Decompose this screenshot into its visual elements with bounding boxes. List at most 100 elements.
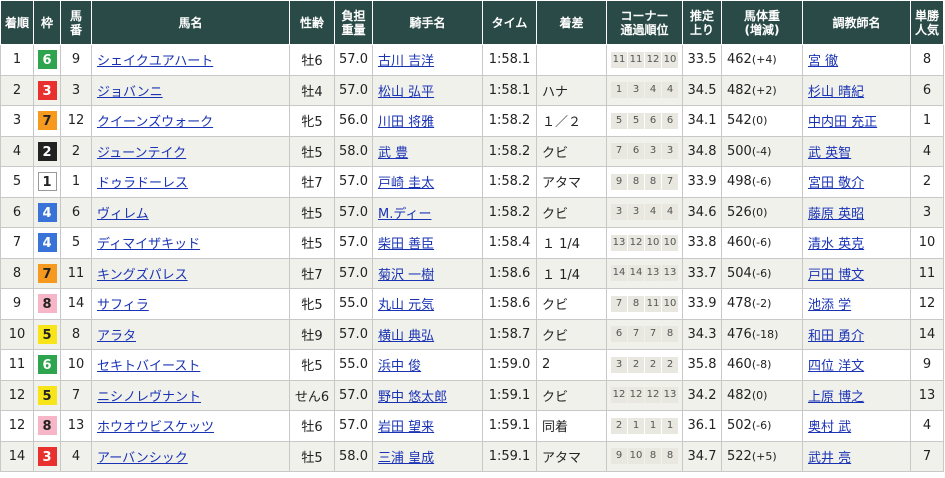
- trainer-name-link[interactable]: 武井 亮: [808, 451, 851, 466]
- bodyweight-cell: 498(-6): [721, 166, 803, 198]
- horse-name-link[interactable]: キングズパレス: [97, 268, 188, 283]
- horse-cell: ジューンテイク: [91, 135, 290, 167]
- trainer-name-link[interactable]: 池添 学: [808, 298, 851, 313]
- rank-cell: 2: [0, 74, 34, 106]
- corner-position: 7: [611, 143, 627, 160]
- last3f-cell: 33.7: [682, 257, 722, 289]
- time-cell: 1:58.7: [482, 318, 537, 350]
- corner-cell: 3222: [606, 349, 683, 381]
- jockey-name-link[interactable]: 岩田 望来: [378, 420, 434, 435]
- horse-cell: アーバンシック: [91, 440, 290, 472]
- trainer-name-link[interactable]: 清水 英克: [808, 237, 864, 252]
- bodyweight-cell: 460(-8): [721, 349, 803, 381]
- popularity-cell: 3: [910, 196, 944, 228]
- corner-positions: 12 12 12 13: [611, 387, 678, 404]
- corner-position: 12: [628, 234, 644, 251]
- waku-badge: 3: [37, 446, 57, 466]
- horse-name-link[interactable]: ジョバンニ: [97, 85, 163, 100]
- header-waku: 枠: [33, 0, 61, 45]
- jockey-name-link[interactable]: M.ディー: [378, 207, 431, 222]
- jockey-name-link[interactable]: 横山 典弘: [378, 329, 434, 344]
- trainer-name-link[interactable]: 宮田 敬介: [808, 176, 864, 191]
- horse-name-link[interactable]: ホウオウビスケッツ: [97, 420, 214, 435]
- horse-name-link[interactable]: ニシノレヴナント: [97, 390, 201, 405]
- horse-name-link[interactable]: ヴィレム: [97, 207, 149, 222]
- last3f-cell: 35.8: [682, 349, 722, 381]
- trainer-name-link[interactable]: 武 英智: [808, 146, 851, 161]
- rank-cell: 6: [0, 196, 34, 228]
- time-cell: 1:59.1: [482, 379, 537, 411]
- corner-positions: 5566: [611, 112, 678, 129]
- trainer-name-link[interactable]: 中内田 充正: [808, 115, 877, 130]
- waku-badge: 2: [37, 141, 57, 161]
- horse-name-link[interactable]: サフィラ: [97, 298, 149, 313]
- waku-badge: 8: [37, 294, 57, 314]
- horse-name-link[interactable]: セキトバイースト: [97, 359, 200, 374]
- trainer-name-link[interactable]: 上原 博之: [808, 390, 864, 405]
- bodyweight-cell: 482(0): [721, 379, 803, 411]
- trainer-name-link[interactable]: 奥村 武: [808, 420, 851, 435]
- margin-cell: アタマ: [536, 166, 607, 198]
- rank-cell: 1: [0, 44, 34, 76]
- last3f-cell: 33.8: [682, 227, 722, 259]
- horse-name-link[interactable]: クイーンズウォーク: [97, 115, 213, 130]
- bodyweight-value: 478: [727, 296, 752, 312]
- jockey-name-link[interactable]: 菊沢 一樹: [378, 268, 434, 283]
- trainer-name-link[interactable]: 四位 洋文: [808, 359, 864, 374]
- corner-cell: 12 12 12 13: [606, 379, 683, 411]
- bodyweight-value: 462: [727, 52, 752, 68]
- horse-name-link[interactable]: ディマイザキッド: [97, 237, 200, 252]
- corner-cell: 7633: [606, 135, 683, 167]
- trainer-name-link[interactable]: 和田 勇介: [808, 329, 864, 344]
- corner-positions: 7 8 11 10: [611, 295, 678, 312]
- horse-name-link[interactable]: アラタ: [97, 329, 136, 344]
- bodyweight-value: 498: [727, 174, 752, 190]
- jockey-name-link[interactable]: 浜中 俊: [378, 359, 421, 374]
- trainer-name-link[interactable]: 藤原 英昭: [808, 207, 864, 222]
- header-corner: コーナー 通過順位: [606, 0, 683, 45]
- waku-badge: 3: [37, 80, 57, 100]
- header-bodyweight: 馬体重 (増減): [721, 0, 803, 45]
- header-popularity-line1: 単勝: [914, 8, 939, 23]
- corner-position: 12: [628, 387, 644, 404]
- corner-position: 2: [628, 356, 644, 373]
- corner-position: 7: [628, 326, 644, 343]
- corner-cell: 5566: [606, 105, 683, 137]
- corner-cell: 1344: [606, 74, 683, 106]
- bodyweight-cell: 504(-6): [721, 257, 803, 289]
- corner-position: 3: [645, 143, 661, 160]
- trainer-name-link[interactable]: 宮 徹: [808, 54, 838, 69]
- horse-name-link[interactable]: シェイクユアハート: [97, 54, 213, 69]
- horse-cell: サフィラ: [91, 288, 290, 320]
- umaban-cell: 14: [60, 288, 92, 320]
- bodyweight-cell: 476(-18): [721, 318, 803, 350]
- weight-cell: 55.0: [334, 288, 373, 320]
- jockey-name-link[interactable]: 川田 将雅: [378, 115, 434, 130]
- jockey-name-link[interactable]: 丸山 元気: [378, 298, 434, 313]
- weight-cell: 57.0: [334, 379, 373, 411]
- race-result-table: 着順 枠 馬番 馬名 性齢 負担 重量 騎手名 タイム 着差 コーナー 通過順位 推…: [0, 0, 944, 472]
- jockey-name-link[interactable]: 三浦 皇成: [378, 451, 434, 466]
- bodyweight-cell: 542(0): [721, 105, 803, 137]
- corner-cell: 3344: [606, 196, 683, 228]
- jockey-name-link[interactable]: 武 豊: [378, 146, 408, 161]
- waku-cell: 7: [33, 105, 61, 137]
- horse-name-link[interactable]: ドゥラドーレス: [97, 176, 188, 191]
- sexage-cell: 牡7: [289, 257, 335, 289]
- jockey-name-link[interactable]: 柴田 善臣: [378, 237, 434, 252]
- trainer-name-link[interactable]: 戸田 博文: [808, 268, 864, 283]
- umaban-cell: 3: [60, 74, 92, 106]
- jockey-name-link[interactable]: 戸崎 圭太: [378, 176, 434, 191]
- trainer-name-link[interactable]: 杉山 晴紀: [808, 85, 864, 100]
- bodyweight-cell: 478(-2): [721, 288, 803, 320]
- jockey-name-link[interactable]: 松山 弘平: [378, 85, 434, 100]
- bodyweight-diff: (-4): [751, 144, 772, 158]
- jockey-name-link[interactable]: 野中 悠太郎: [378, 390, 447, 405]
- corner-position: 1: [662, 417, 678, 434]
- jockey-name-link[interactable]: 古川 吉洋: [378, 54, 434, 69]
- horse-name-link[interactable]: ジューンテイク: [97, 146, 186, 161]
- bodyweight-value: 482: [727, 82, 752, 98]
- horse-name-link[interactable]: アーバンシック: [97, 451, 188, 466]
- last3f-cell: 34.8: [682, 135, 722, 167]
- popularity-cell: 13: [910, 379, 944, 411]
